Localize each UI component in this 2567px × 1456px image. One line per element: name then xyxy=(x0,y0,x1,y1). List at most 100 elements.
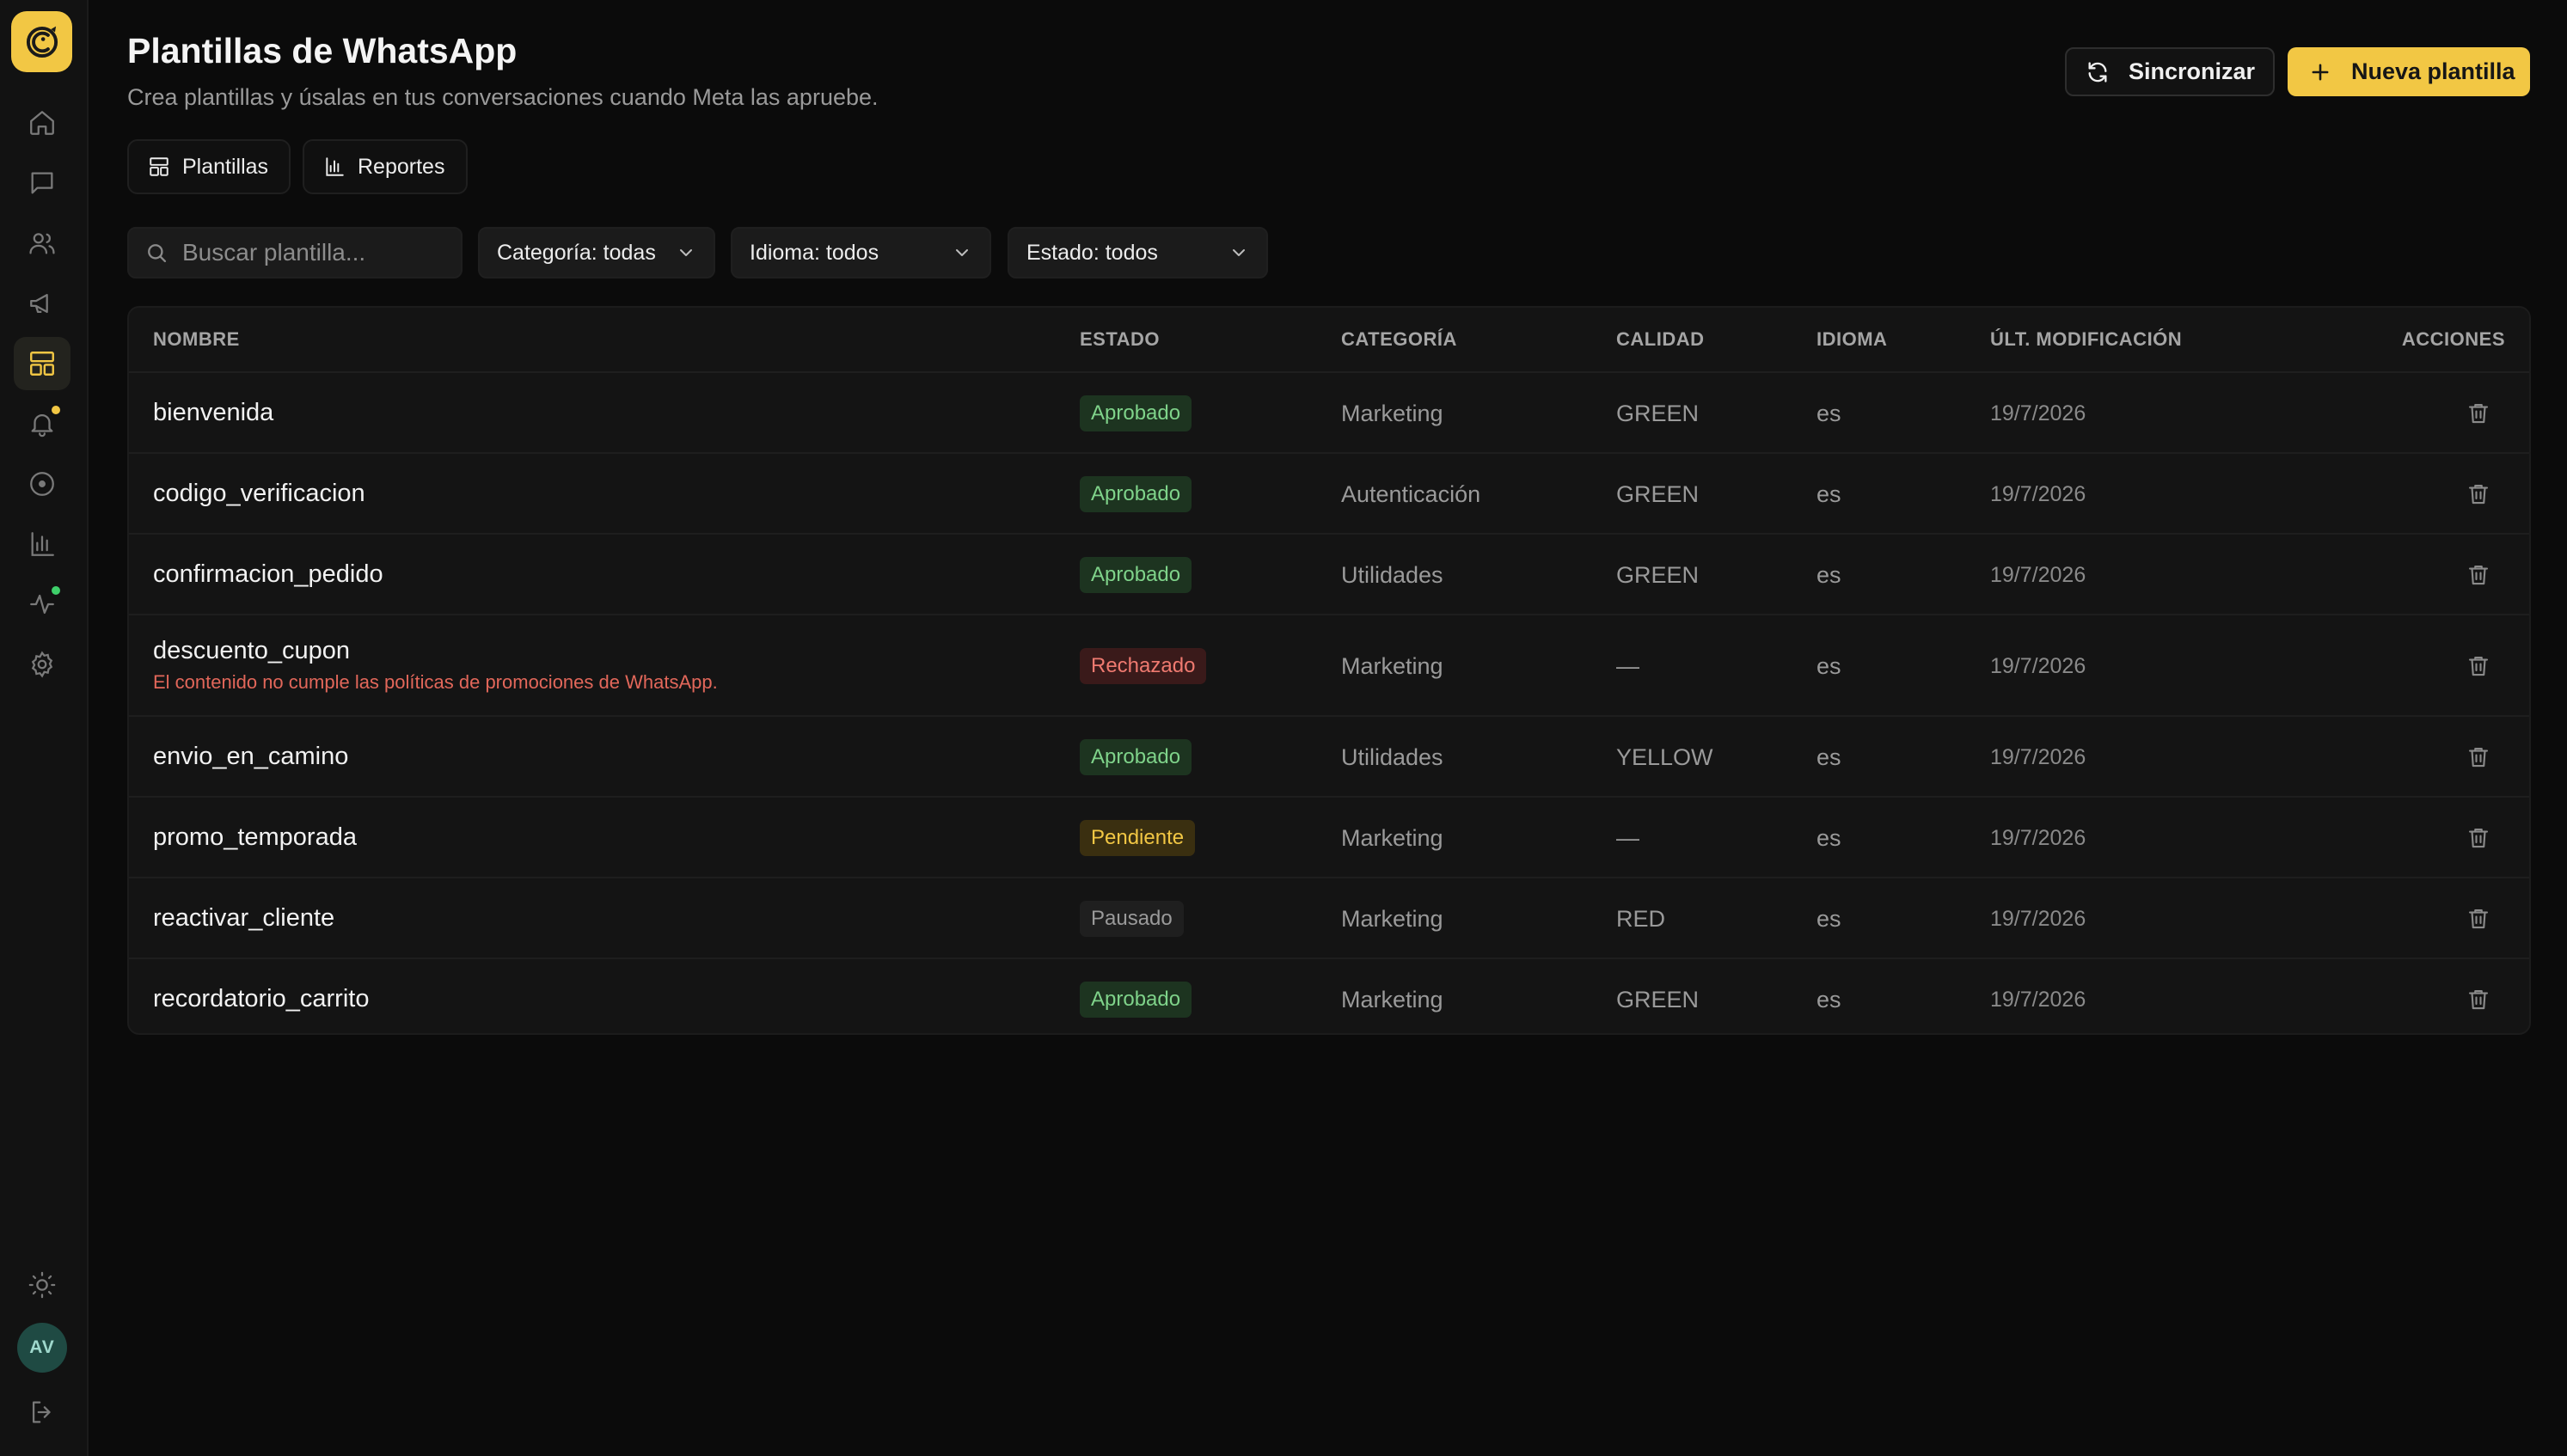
sidebar-item-contacts[interactable] xyxy=(14,217,70,270)
circle-dot-icon xyxy=(30,472,54,496)
language-cell: es xyxy=(1817,825,1841,851)
sun-icon xyxy=(28,1271,56,1299)
category-filter-value: Categoría: todas xyxy=(497,240,656,265)
trash-icon xyxy=(2468,656,2489,676)
megaphone-icon xyxy=(30,293,48,314)
modified-cell: 19/7/2026 xyxy=(1990,482,2086,506)
column-header-quality: CALIDAD xyxy=(1616,328,1705,350)
category-cell: Marketing xyxy=(1341,987,1443,1012)
new-template-label: Nueva plantilla xyxy=(2351,58,2515,84)
tab-reportes[interactable]: Reportes xyxy=(303,139,468,194)
status-filter[interactable]: Estado: todos xyxy=(1008,227,1268,278)
tab-plantillas[interactable]: Plantillas xyxy=(127,139,291,194)
table-row[interactable]: codigo_verificacion Aprobado Autenticación… xyxy=(129,454,2529,535)
quality-cell: — xyxy=(1616,825,1639,851)
language-filter[interactable]: Idioma: todos xyxy=(731,227,991,278)
logo-icon[interactable] xyxy=(11,11,72,72)
delete-button[interactable] xyxy=(2466,906,2491,932)
sidebar-item-settings[interactable] xyxy=(14,638,70,691)
sidebar-item-home[interactable] xyxy=(14,96,70,150)
table-row[interactable]: bienvenida Aprobado Marketing GREEN es 19/7/2… xyxy=(129,373,2529,454)
column-header-category: CATEGORÍA xyxy=(1341,328,1457,350)
category-cell: Marketing xyxy=(1341,825,1443,851)
status-badge: Rechazado xyxy=(1080,648,1207,684)
sidebar-item-chats[interactable] xyxy=(14,156,70,210)
sync-button[interactable]: Sincronizar xyxy=(2065,47,2275,96)
language-cell: es xyxy=(1817,562,1841,588)
sidebar-item-notifications[interactable] xyxy=(14,397,70,450)
sidebar-item-templates[interactable] xyxy=(14,337,70,390)
table-row[interactable]: descuento_cupon El contenido no cumple la… xyxy=(129,615,2529,717)
plus-icon xyxy=(2312,64,2329,80)
activity-dot xyxy=(50,584,62,596)
category-filter[interactable]: Categoría: todas xyxy=(478,227,715,278)
trash-icon xyxy=(2468,484,2489,505)
language-cell: es xyxy=(1817,481,1841,507)
logout-button[interactable] xyxy=(14,1386,70,1439)
tab-label: Reportes xyxy=(358,154,445,179)
language-filter-value: Idioma: todos xyxy=(750,240,879,265)
category-cell: Marketing xyxy=(1341,653,1443,679)
category-cell: Marketing xyxy=(1341,401,1443,426)
table-row[interactable]: promo_temporada Pendiente Marketing — es 19/7… xyxy=(129,798,2529,878)
modified-cell: 19/7/2026 xyxy=(1990,401,2086,425)
quality-cell: RED xyxy=(1616,906,1666,932)
theme-toggle[interactable] xyxy=(14,1258,70,1312)
sync-button-label: Sincronizar xyxy=(2129,58,2256,84)
notification-dot xyxy=(50,404,62,416)
quality-cell: GREEN xyxy=(1616,987,1700,1012)
column-header-language: IDIOMA xyxy=(1817,328,1888,350)
trash-icon xyxy=(2468,908,2489,929)
chevron-down-icon xyxy=(956,249,968,256)
rejection-reason: El contenido no cumple las políticas de … xyxy=(153,671,718,693)
quality-cell: YELLOW xyxy=(1616,744,1713,770)
tab-label: Plantillas xyxy=(182,154,269,179)
delete-button[interactable] xyxy=(2466,653,2491,679)
sidebar-item-analytics[interactable] xyxy=(14,517,70,571)
sidebar-item-activity[interactable] xyxy=(14,578,70,631)
chevron-down-icon xyxy=(680,249,692,256)
quality-cell: — xyxy=(1616,653,1639,679)
template-name: reactivar_cliente xyxy=(153,904,335,932)
modified-cell: 19/7/2026 xyxy=(1990,988,2086,1012)
avatar[interactable]: AV xyxy=(17,1323,67,1373)
sidebar-item-status[interactable] xyxy=(14,457,70,511)
users-icon xyxy=(29,233,55,254)
template-name: bienvenida xyxy=(153,399,274,426)
delete-button[interactable] xyxy=(2466,987,2491,1012)
template-name: descuento_cupon xyxy=(153,637,350,664)
table-row[interactable]: recordatorio_carrito Aprobado Marketing GRE… xyxy=(129,959,2529,1033)
delete-button[interactable] xyxy=(2466,401,2491,426)
logout-icon xyxy=(32,1401,51,1423)
delete-button[interactable] xyxy=(2466,825,2491,851)
table-header: NOMBRE ESTADO CATEGORÍA CALIDAD IDIOMA Ú… xyxy=(129,308,2529,373)
bar-chart-icon xyxy=(326,157,344,176)
new-template-button[interactable]: Nueva plantilla xyxy=(2288,47,2530,96)
page-title: Plantillas de WhatsApp xyxy=(127,31,518,70)
template-name: envio_en_camino xyxy=(153,743,349,770)
category-cell: Utilidades xyxy=(1341,562,1443,588)
search-icon xyxy=(148,244,167,263)
language-cell: es xyxy=(1817,401,1841,426)
sidebar: AV xyxy=(0,0,89,1456)
modified-cell: 19/7/2026 xyxy=(1990,654,2086,678)
sidebar-item-campaigns[interactable] xyxy=(14,277,70,330)
status-badge: Aprobado xyxy=(1080,982,1192,1018)
trash-icon xyxy=(2468,828,2489,848)
templates-table: NOMBRE ESTADO CATEGORÍA CALIDAD IDIOMA Ú… xyxy=(127,306,2531,1035)
category-cell: Autenticación xyxy=(1341,481,1481,507)
delete-button[interactable] xyxy=(2466,744,2491,770)
table-row[interactable]: confirmacion_pedido Aprobado Utilidades GRE… xyxy=(129,535,2529,615)
search-input[interactable] xyxy=(181,238,438,267)
table-row[interactable]: envio_en_camino Aprobado Utilidades YELLOW e… xyxy=(129,717,2529,798)
table-row[interactable]: reactivar_cliente Pausado Marketing RED es 19… xyxy=(129,878,2529,959)
message-icon xyxy=(31,172,53,194)
status-filter-value: Estado: todos xyxy=(1026,240,1158,265)
delete-button[interactable] xyxy=(2466,562,2491,588)
delete-button[interactable] xyxy=(2466,481,2491,507)
template-name: promo_temporada xyxy=(153,823,357,851)
trash-icon xyxy=(2468,989,2489,1010)
quality-cell: GREEN xyxy=(1616,481,1700,507)
page-subtitle: Crea plantillas y úsalas en tus conversa… xyxy=(127,84,879,110)
column-header-status: ESTADO xyxy=(1080,328,1161,350)
